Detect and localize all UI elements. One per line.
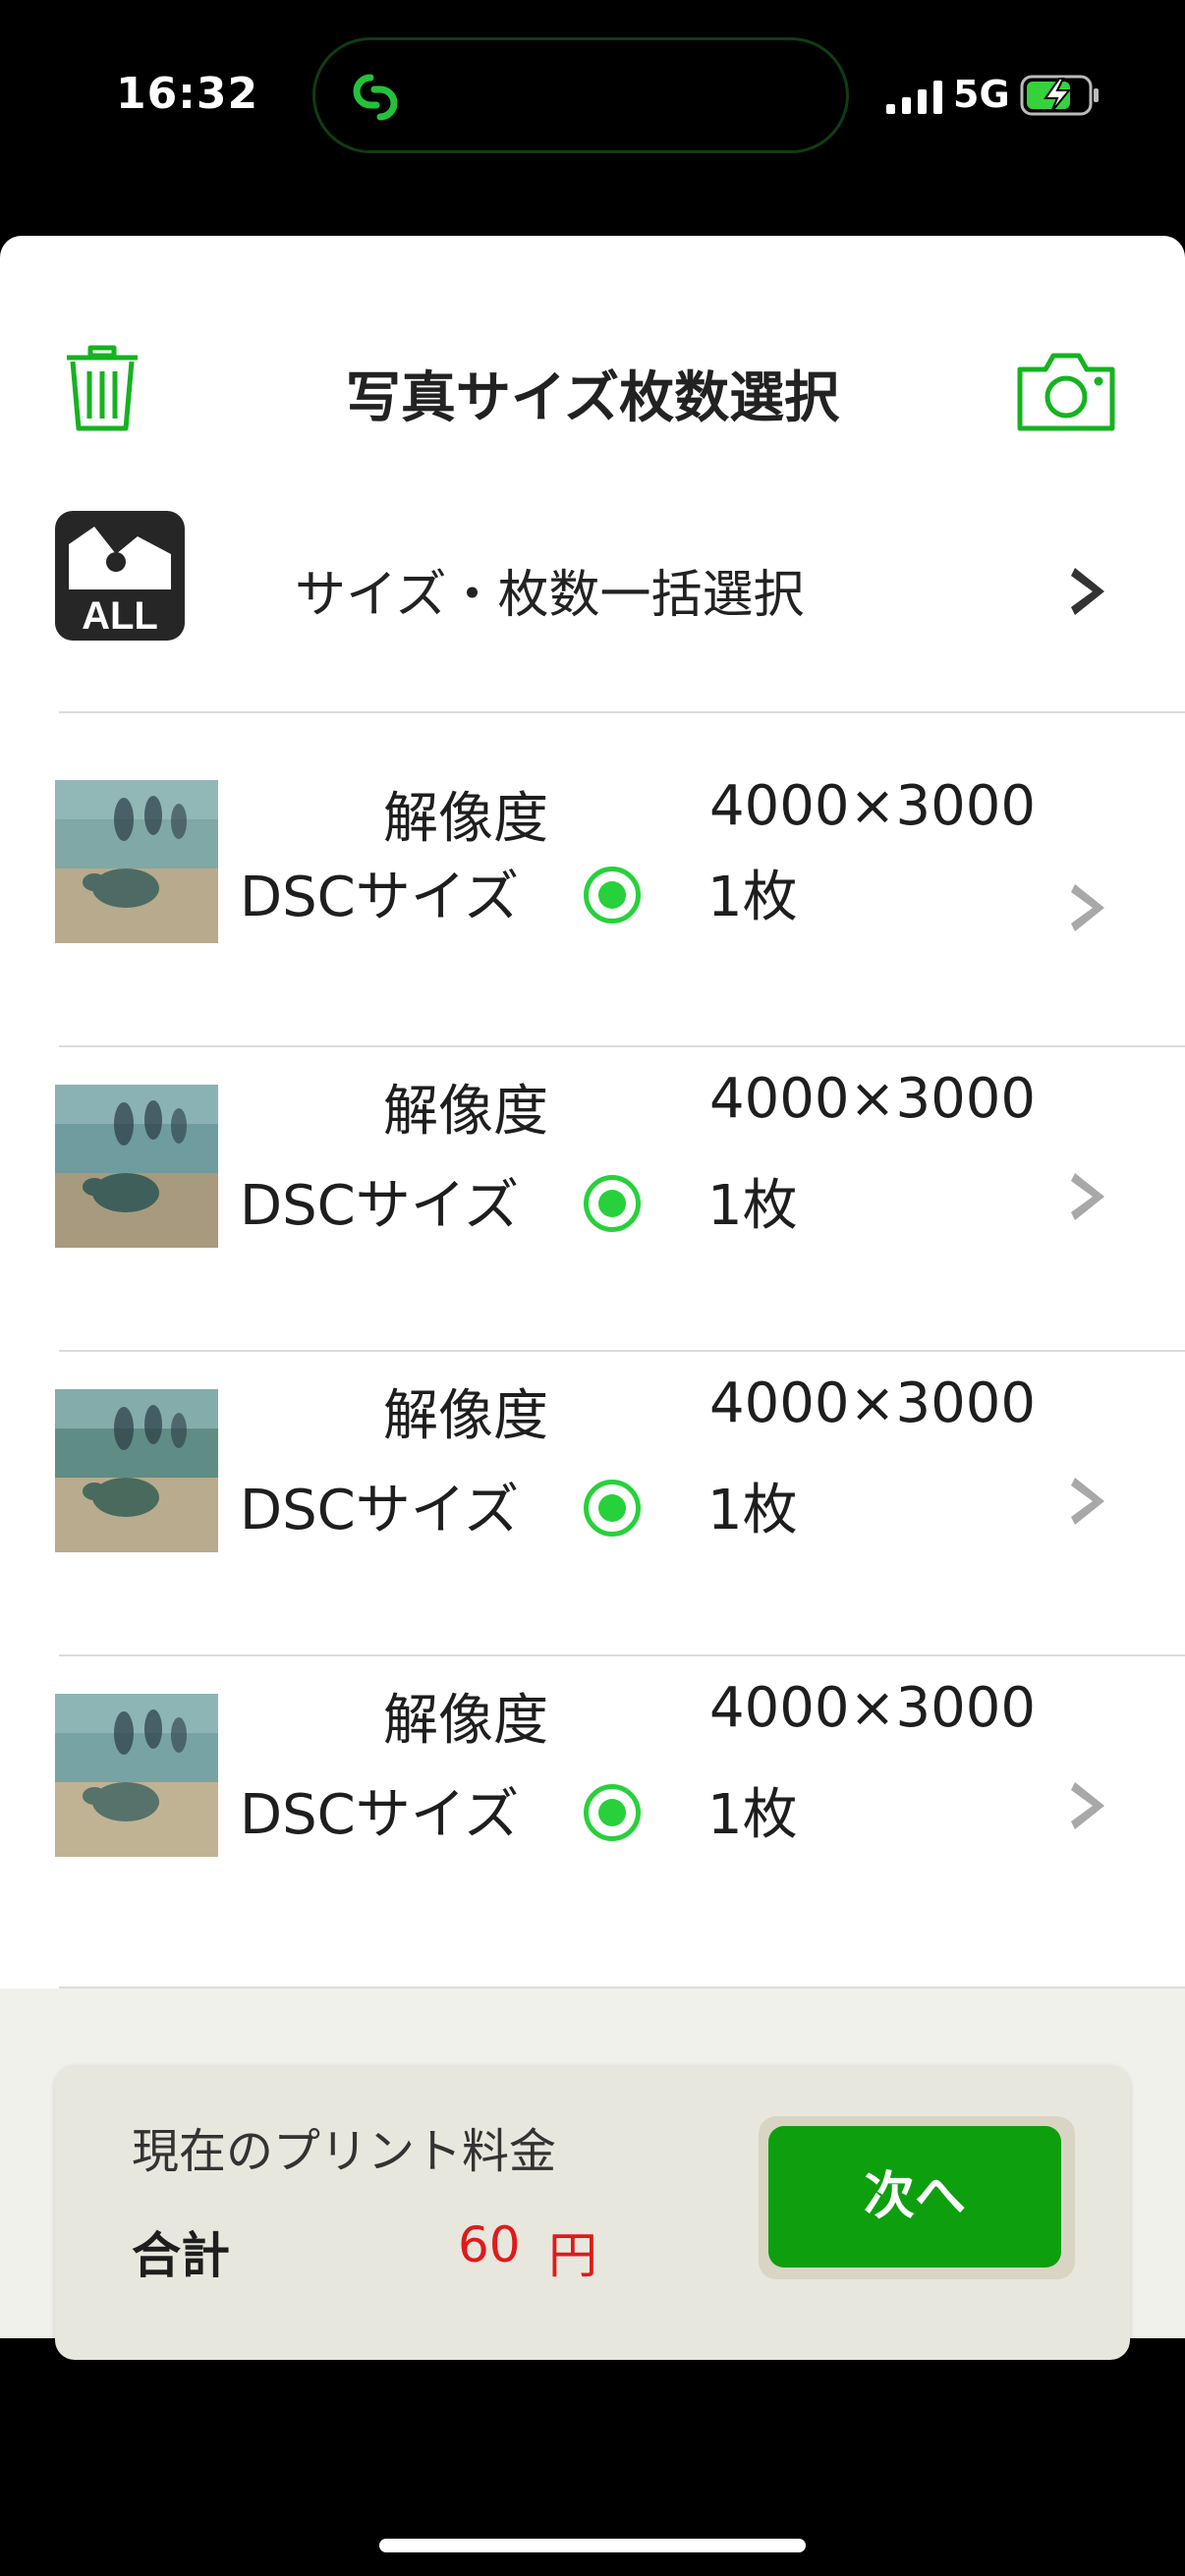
- bulk-select-label: サイズ・枚数一括選択: [295, 566, 805, 625]
- price-heading: 現在のプリント料金: [132, 2124, 557, 2179]
- price-card: 現在のプリント料金 合計 60 円 次へ: [55, 2065, 1130, 2360]
- total-label: 合計: [132, 2227, 230, 2284]
- camera-icon[interactable]: [1016, 350, 1116, 432]
- resolution-value: 4000×3000: [709, 1067, 1036, 1131]
- size-radio-selected[interactable]: [584, 1175, 641, 1232]
- resolution-label: 解像度: [383, 787, 548, 851]
- total-unit: 円: [548, 2227, 597, 2284]
- all-select-icon: ALL: [55, 511, 185, 641]
- divider: [59, 1654, 1185, 1656]
- status-time: 16:32: [116, 69, 259, 119]
- print-size-label: DSCサイズ: [240, 1174, 520, 1238]
- total-value: 60: [458, 2216, 521, 2273]
- resolution-label: 解像度: [383, 1384, 548, 1448]
- all-icon-text: ALL: [82, 594, 158, 638]
- photo-thumbnail: [55, 780, 218, 943]
- print-size-label: DSCサイズ: [240, 866, 520, 929]
- home-indicator: [379, 2539, 806, 2552]
- divider: [59, 711, 1185, 713]
- print-count: 1枚: [707, 1479, 798, 1542]
- next-button[interactable]: 次へ: [768, 2126, 1061, 2268]
- divider: [59, 1045, 1185, 1047]
- chevron-right-icon: [1071, 1478, 1104, 1525]
- divider: [59, 1350, 1185, 1352]
- network-type: 5G: [953, 73, 1010, 116]
- dynamic-island: [312, 37, 849, 153]
- resolution-value: 4000×3000: [709, 1676, 1036, 1740]
- photo-thumbnail: [55, 1389, 218, 1552]
- app-sheet: 写真サイズ枚数選択 ALL サイズ・枚数一括選択 解像度 4000×3000 DSC…: [0, 236, 1185, 2338]
- resolution-label: 解像度: [383, 1689, 548, 1753]
- resolution-label: 解像度: [383, 1080, 548, 1144]
- page-title: 写真サイズ枚数選択: [345, 366, 840, 430]
- app-link-icon: [353, 74, 398, 121]
- chevron-right-icon: [1071, 568, 1104, 615]
- status-bar: 16:32 5G: [0, 0, 1185, 196]
- size-radio-selected[interactable]: [584, 867, 641, 924]
- print-size-label: DSCサイズ: [240, 1479, 520, 1542]
- print-count: 1枚: [707, 866, 798, 929]
- chevron-right-icon: [1071, 1173, 1104, 1220]
- resolution-value: 4000×3000: [709, 1372, 1036, 1435]
- divider: [59, 1987, 1185, 1988]
- size-radio-selected[interactable]: [584, 1480, 641, 1537]
- nav-bar: 写真サイズ枚数選択: [0, 236, 1185, 472]
- battery-charging-icon: [1020, 75, 1099, 116]
- chevron-right-icon: [1071, 884, 1104, 931]
- resolution-value: 4000×3000: [709, 774, 1036, 838]
- signal-icon: [886, 81, 942, 114]
- print-count: 1枚: [707, 1783, 798, 1847]
- photo-thumbnail: [55, 1694, 218, 1857]
- print-size-label: DSCサイズ: [240, 1783, 520, 1847]
- photo-thumbnail: [55, 1085, 218, 1248]
- size-radio-selected[interactable]: [584, 1784, 641, 1841]
- next-button-frame: 次へ: [759, 2116, 1075, 2279]
- chevron-right-icon: [1071, 1782, 1104, 1829]
- print-count: 1枚: [707, 1174, 798, 1238]
